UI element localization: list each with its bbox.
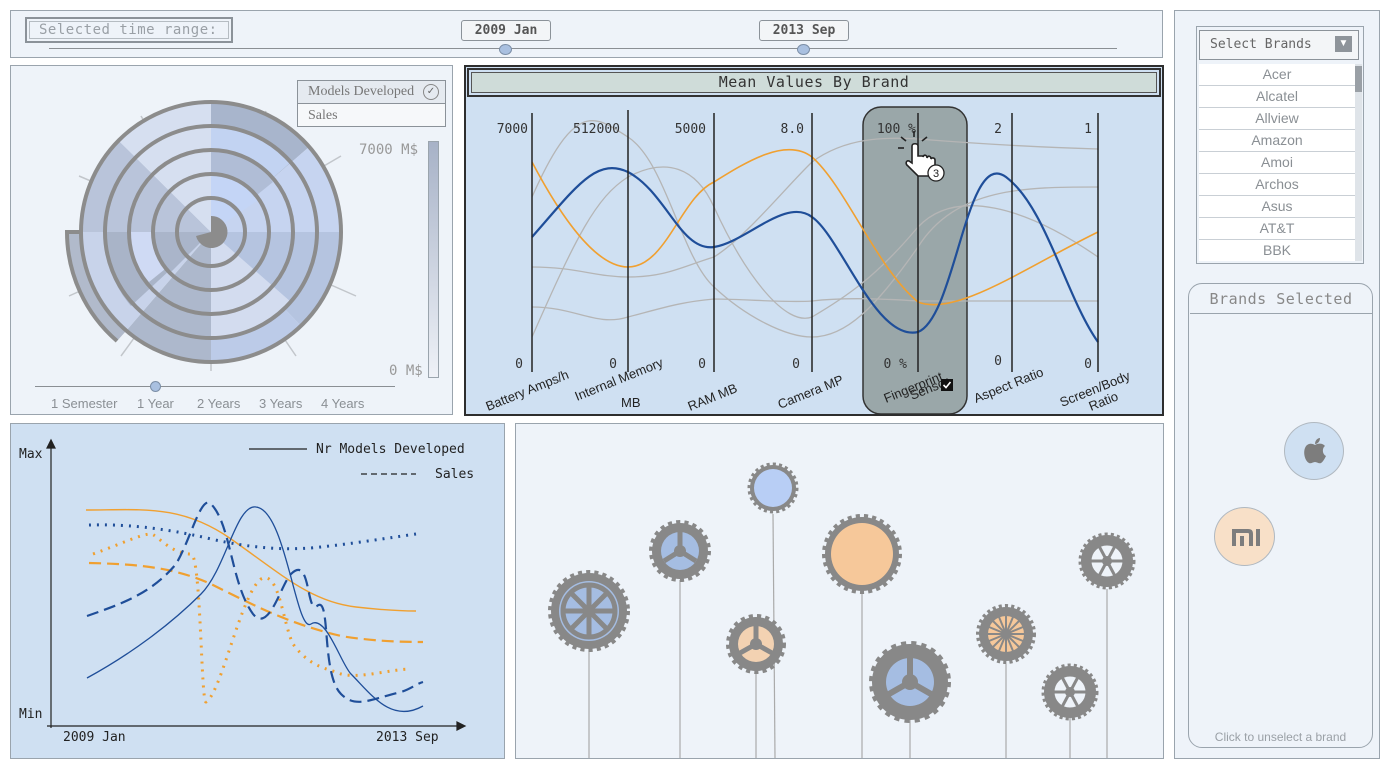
time-start-handle[interactable] bbox=[499, 44, 512, 55]
period-label[interactable]: 3 Years bbox=[259, 396, 302, 411]
pc-axis-min: 0 bbox=[515, 357, 523, 372]
gear-flower bbox=[747, 462, 799, 514]
xiaomi-trend-dotted bbox=[92, 532, 412, 704]
time-end-tag: 2013 Sep bbox=[759, 20, 849, 41]
parallel-coords-chart[interactable]: 7000 512000 5000 8.0 100 % 2 1 0 0 0 0 0… bbox=[466, 67, 1162, 414]
selected-brand-xiaomi[interactable] bbox=[1214, 507, 1275, 566]
legend-models-label: Nr Models Developed bbox=[316, 442, 465, 457]
x-axis-arrow-icon bbox=[456, 721, 467, 731]
pc-axis-name-battery: Battery Amps/h bbox=[484, 367, 571, 414]
time-range-panel: Selected time range: 2009 Jan 2013 Sep bbox=[10, 10, 1163, 58]
brand-select-label: Select Brands bbox=[1210, 37, 1312, 52]
timeline-x-start: 2009 Jan bbox=[63, 730, 126, 745]
y-axis-arrow-icon bbox=[46, 438, 56, 449]
pc-axis-min: 0 bbox=[994, 354, 1002, 369]
pc-axis-max: 1 bbox=[1084, 122, 1092, 137]
time-range-track[interactable] bbox=[49, 48, 1117, 49]
brand-list-item[interactable]: Allview bbox=[1199, 108, 1355, 130]
brand-list-item[interactable]: Asus bbox=[1199, 196, 1355, 218]
period-label[interactable]: 1 Semester bbox=[51, 396, 117, 411]
gear-flower bbox=[1041, 663, 1099, 721]
period-label[interactable]: 1 Year bbox=[137, 396, 174, 411]
sales-legend-bar bbox=[428, 141, 439, 378]
gear-flower bbox=[548, 570, 630, 652]
brand-list-item[interactable]: BBK bbox=[1199, 240, 1355, 261]
period-slider-handle[interactable] bbox=[150, 381, 161, 392]
brand-list-item[interactable]: Acer bbox=[1199, 64, 1355, 86]
chevron-down-icon[interactable]: ▼ bbox=[1335, 36, 1352, 52]
gear-flower bbox=[726, 614, 786, 674]
checkbox-checked-icon[interactable] bbox=[941, 379, 953, 391]
check-circle-icon: ✓ bbox=[423, 84, 439, 100]
brand-list-item[interactable]: Amoi bbox=[1199, 152, 1355, 174]
pc-axis-max: 100 % bbox=[877, 122, 916, 137]
pc-axis-name-ram: RAM MB bbox=[686, 380, 740, 413]
xiaomi-models-line bbox=[85, 508, 417, 612]
pc-line-other bbox=[531, 298, 1098, 321]
gear-flower bbox=[822, 514, 902, 594]
period-slider-track[interactable] bbox=[35, 386, 395, 387]
pc-axis-max: 5000 bbox=[675, 122, 706, 137]
timeline-y-max: Max bbox=[19, 447, 43, 462]
pc-line-other bbox=[531, 166, 1099, 338]
brand-list-item[interactable]: Alcatel bbox=[1199, 86, 1355, 108]
legend-sales-label: Sales bbox=[435, 467, 474, 482]
xiaomi-sales-line bbox=[88, 561, 424, 644]
timeline-chart[interactable]: Max Min 2009 Jan 2013 Sep Nr Models Deve… bbox=[11, 424, 504, 758]
time-end-handle[interactable] bbox=[797, 44, 810, 55]
spiral-toggle: Models Developed ✓ Sales bbox=[297, 80, 446, 127]
period-label[interactable]: 4 Years bbox=[321, 396, 364, 411]
gear-flower bbox=[1078, 532, 1136, 590]
pc-line-xiaomi bbox=[531, 148, 1099, 306]
xiaomi-logo-icon bbox=[1232, 529, 1260, 546]
gear-flower bbox=[976, 604, 1036, 664]
brand-list-scroll-thumb[interactable] bbox=[1355, 66, 1362, 92]
pc-axis-min: 0 bbox=[1084, 357, 1092, 372]
pc-axis-max: 2 bbox=[994, 122, 1002, 137]
pc-axis-name-memory-line2: MB bbox=[621, 395, 641, 410]
pc-axis-min: 0 bbox=[609, 357, 617, 372]
cursor-count: 3 bbox=[933, 168, 939, 180]
pc-axis-name-camera: Camera MP bbox=[776, 372, 846, 412]
pc-axis-max: 8.0 bbox=[781, 122, 804, 137]
toggle-sales-option[interactable]: Sales bbox=[298, 105, 445, 127]
timeline-panel: Max Min 2009 Jan 2013 Sep Nr Models Deve… bbox=[10, 423, 505, 759]
pc-axis-min: 0 % bbox=[884, 357, 908, 372]
pc-axis-name-aspect: Aspect Ratio bbox=[972, 364, 1046, 406]
spiral-panel: Models Developed ✓ Sales 7000 M$ 0 M$ 1 … bbox=[10, 65, 453, 415]
brands-selected-title: Brands Selected bbox=[1190, 286, 1372, 314]
parallel-coords-panel: 7000 512000 5000 8.0 100 % 2 1 0 0 0 0 0… bbox=[464, 65, 1164, 416]
period-label[interactable]: 2 Years bbox=[197, 396, 240, 411]
pc-axis-max: 512000 bbox=[573, 122, 620, 137]
selected-brand-apple[interactable] bbox=[1284, 422, 1344, 480]
pc-line-other bbox=[531, 120, 1099, 338]
gear-flower-panel bbox=[515, 423, 1164, 759]
toggle-models-label: Models Developed bbox=[308, 84, 415, 99]
apple-logo-icon bbox=[1304, 438, 1326, 464]
toggle-models-option[interactable]: Models Developed ✓ bbox=[298, 81, 445, 104]
time-start-tag: 2009 Jan bbox=[461, 20, 551, 41]
apple-sales-line bbox=[86, 501, 424, 703]
time-range-label: Selected time range: bbox=[25, 17, 233, 43]
legend-max-label: 7000 M$ bbox=[359, 142, 419, 158]
gear-flower bbox=[869, 641, 951, 723]
timeline-x-end: 2013 Sep bbox=[376, 730, 439, 745]
legend-min-label: 0 M$ bbox=[389, 363, 423, 379]
pc-axis-name-memory-line1: Internal Memory bbox=[573, 355, 666, 404]
brand-list-scrollbar[interactable] bbox=[1355, 64, 1362, 261]
brand-list-item[interactable]: Amazon bbox=[1199, 130, 1355, 152]
pc-axis-min: 0 bbox=[792, 357, 800, 372]
parallel-coords-title: Mean Values By Brand bbox=[467, 68, 1161, 97]
brand-list-item[interactable]: Archos bbox=[1199, 174, 1355, 196]
timeline-y-min: Min bbox=[19, 707, 42, 722]
brand-list: Acer Alcatel Allview Amazon Amoi Archos … bbox=[1199, 64, 1355, 261]
brand-list-item[interactable]: AT&T bbox=[1199, 218, 1355, 240]
pc-axis-max: 7000 bbox=[497, 122, 528, 137]
unselect-hint: Click to unselect a brand bbox=[1214, 730, 1347, 744]
gear-flower bbox=[649, 520, 711, 582]
gear-flower-chart[interactable] bbox=[516, 424, 1163, 758]
pc-axis-min: 0 bbox=[698, 357, 706, 372]
